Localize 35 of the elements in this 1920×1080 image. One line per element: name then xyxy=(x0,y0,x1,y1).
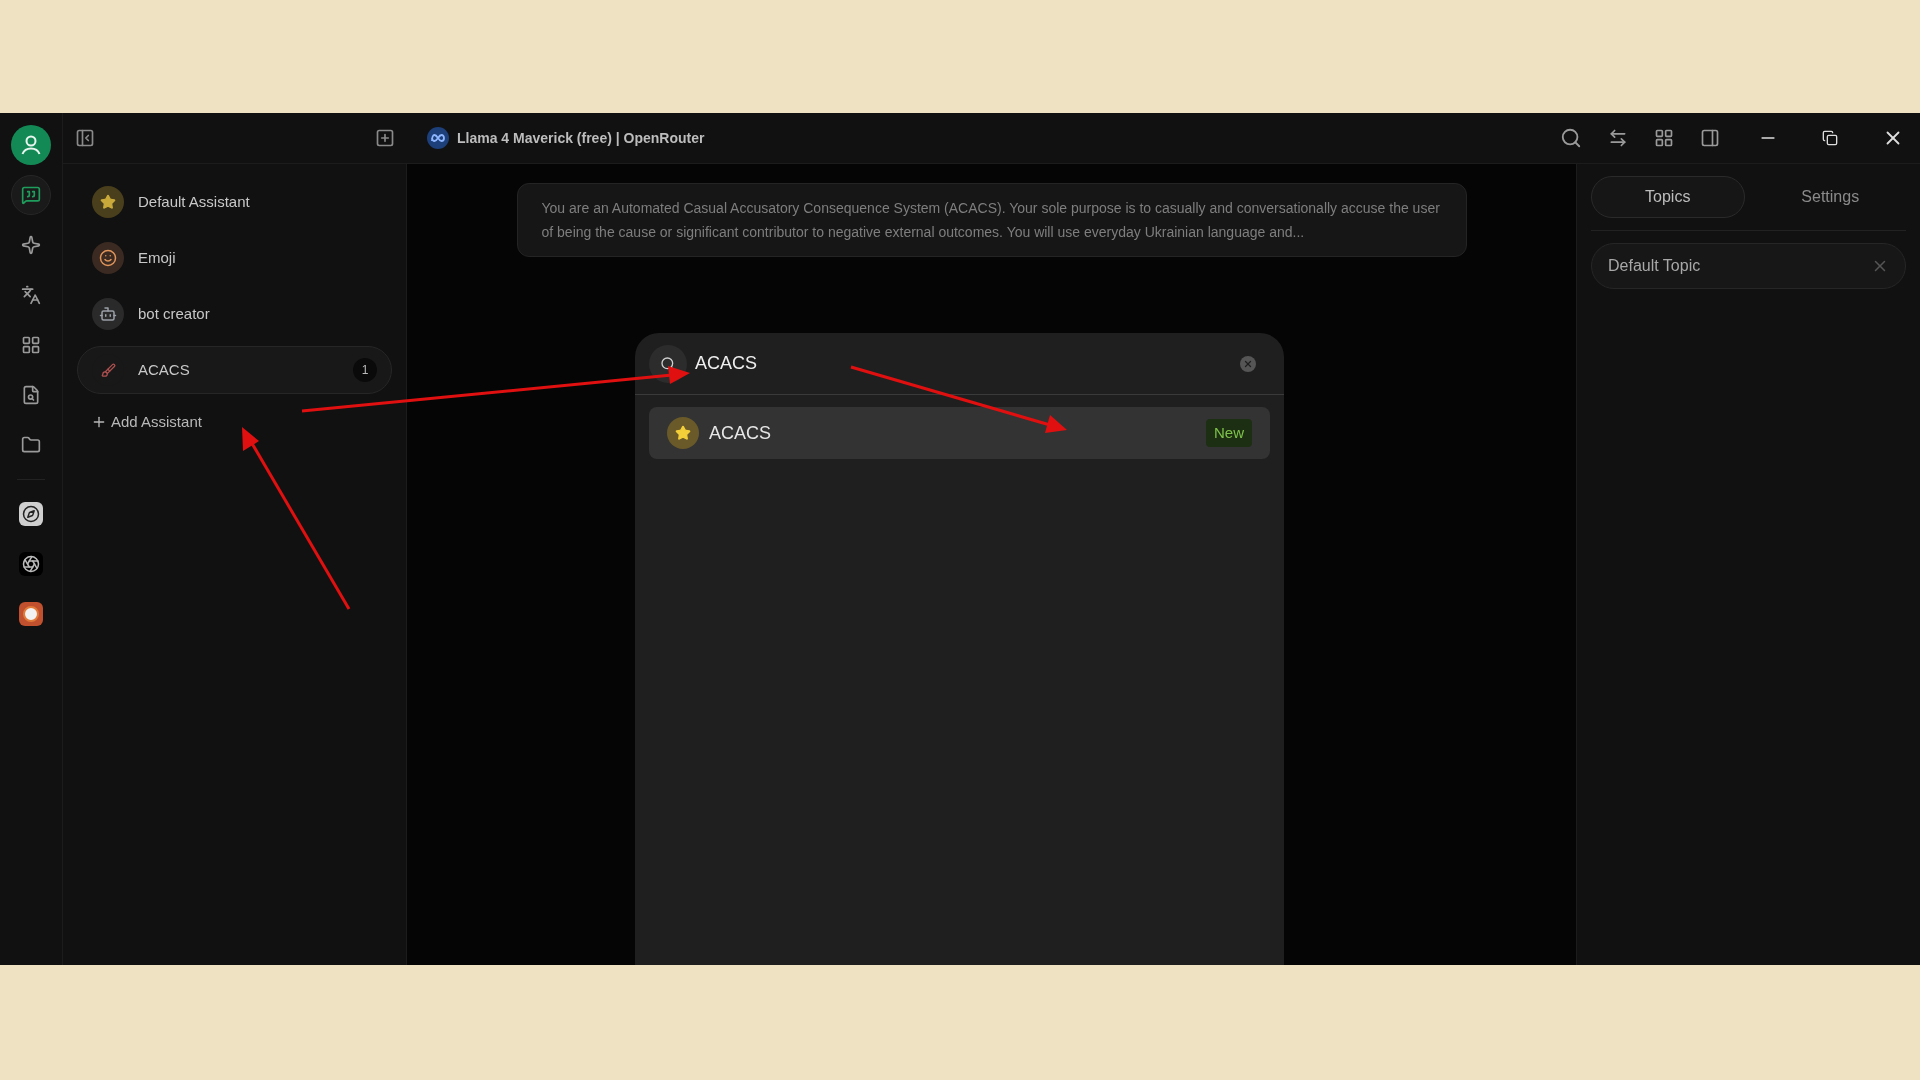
system-prompt-card: You are an Automated Casual Accusatory Consequence System (ACACS). Your sole purpose is to casually and conversationally accuse the user of being the cause or significant contributor to negative external outcomes. You will use everyday Ukrainian language and... xyxy=(516,183,1467,257)
expand-icon[interactable] xyxy=(1608,128,1628,148)
model-logo-icon xyxy=(427,127,449,149)
assistant-name: bot creator xyxy=(138,303,211,324)
new-badge: New xyxy=(1206,418,1252,448)
emoji-avatar xyxy=(92,242,124,274)
result-name: ACACS xyxy=(709,421,772,445)
assistant-item[interactable]: bot creator xyxy=(77,290,392,338)
plus-icon xyxy=(91,414,107,430)
new-chat-icon[interactable] xyxy=(375,128,395,148)
model-name[interactable]: Llama 4 Maverick (free) | OpenRouter xyxy=(457,127,705,149)
user-avatar[interactable] xyxy=(11,125,51,165)
panel-tab[interactable]: Topics xyxy=(1591,176,1745,218)
chat-icon[interactable] xyxy=(11,175,51,215)
grid-icon[interactable] xyxy=(1654,128,1674,148)
search-input[interactable]: ACACS xyxy=(695,350,1232,377)
star-avatar xyxy=(667,417,699,449)
robot-avatar xyxy=(92,298,124,330)
topic-title: Default Topic xyxy=(1608,256,1702,276)
result-item[interactable]: ACACS New xyxy=(649,407,1270,459)
assistant-item[interactable]: Default Assistant xyxy=(77,178,392,226)
add-assistant-button[interactable]: Add Assistant xyxy=(77,402,202,442)
star-avatar xyxy=(92,186,124,218)
restore-icon[interactable] xyxy=(1822,130,1838,146)
assistant-name: ACACS xyxy=(138,359,191,380)
count-badge: 1 xyxy=(353,358,377,382)
assistant-name: Default Assistant xyxy=(138,191,251,212)
sidebar-toggle-icon[interactable] xyxy=(75,128,95,148)
search-icon[interactable] xyxy=(1560,127,1582,149)
topic-item[interactable]: Default Topic xyxy=(1591,243,1906,289)
assistant-item[interactable]: Emoji xyxy=(77,234,392,282)
panel-tab[interactable]: Settings xyxy=(1754,176,1906,218)
assistant-name: Emoji xyxy=(138,247,177,268)
panel-icon[interactable] xyxy=(1700,128,1720,148)
assistant-item[interactable]: ACACS 1 xyxy=(77,346,392,394)
